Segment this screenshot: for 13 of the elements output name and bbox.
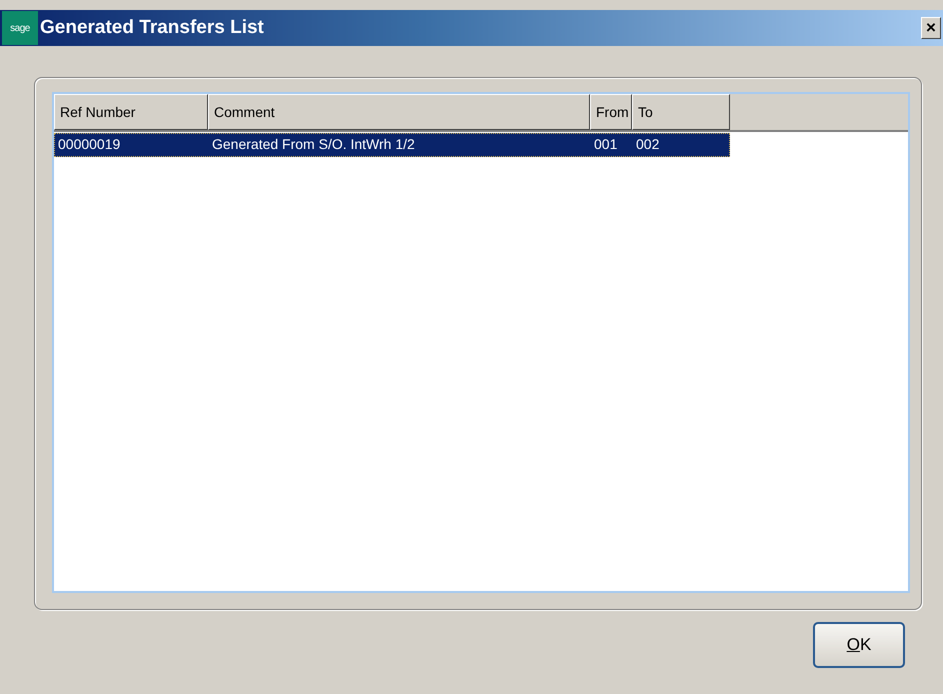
window-title: Generated Transfers List [40, 17, 265, 39]
table-cell-text: 00000019 [57, 135, 122, 154]
column-header[interactable]: From [590, 94, 632, 130]
column-header[interactable]: Ref Number [54, 94, 208, 130]
column-header[interactable]: Comment [208, 94, 590, 130]
table-cell-text: 001 [593, 135, 618, 154]
table-row[interactable]: 00000019 Generated From S/O. IntWrh 1/2 001 002 [54, 133, 730, 157]
table-cell-text: Generated From S/O. IntWrh 1/2 [211, 135, 416, 154]
table-cell-text: 002 [635, 135, 660, 154]
close-button[interactable]: × [921, 17, 941, 39]
ok-button[interactable]: OK [813, 622, 905, 668]
column-header[interactable]: To [632, 94, 730, 130]
app-logo: sage [2, 11, 38, 45]
